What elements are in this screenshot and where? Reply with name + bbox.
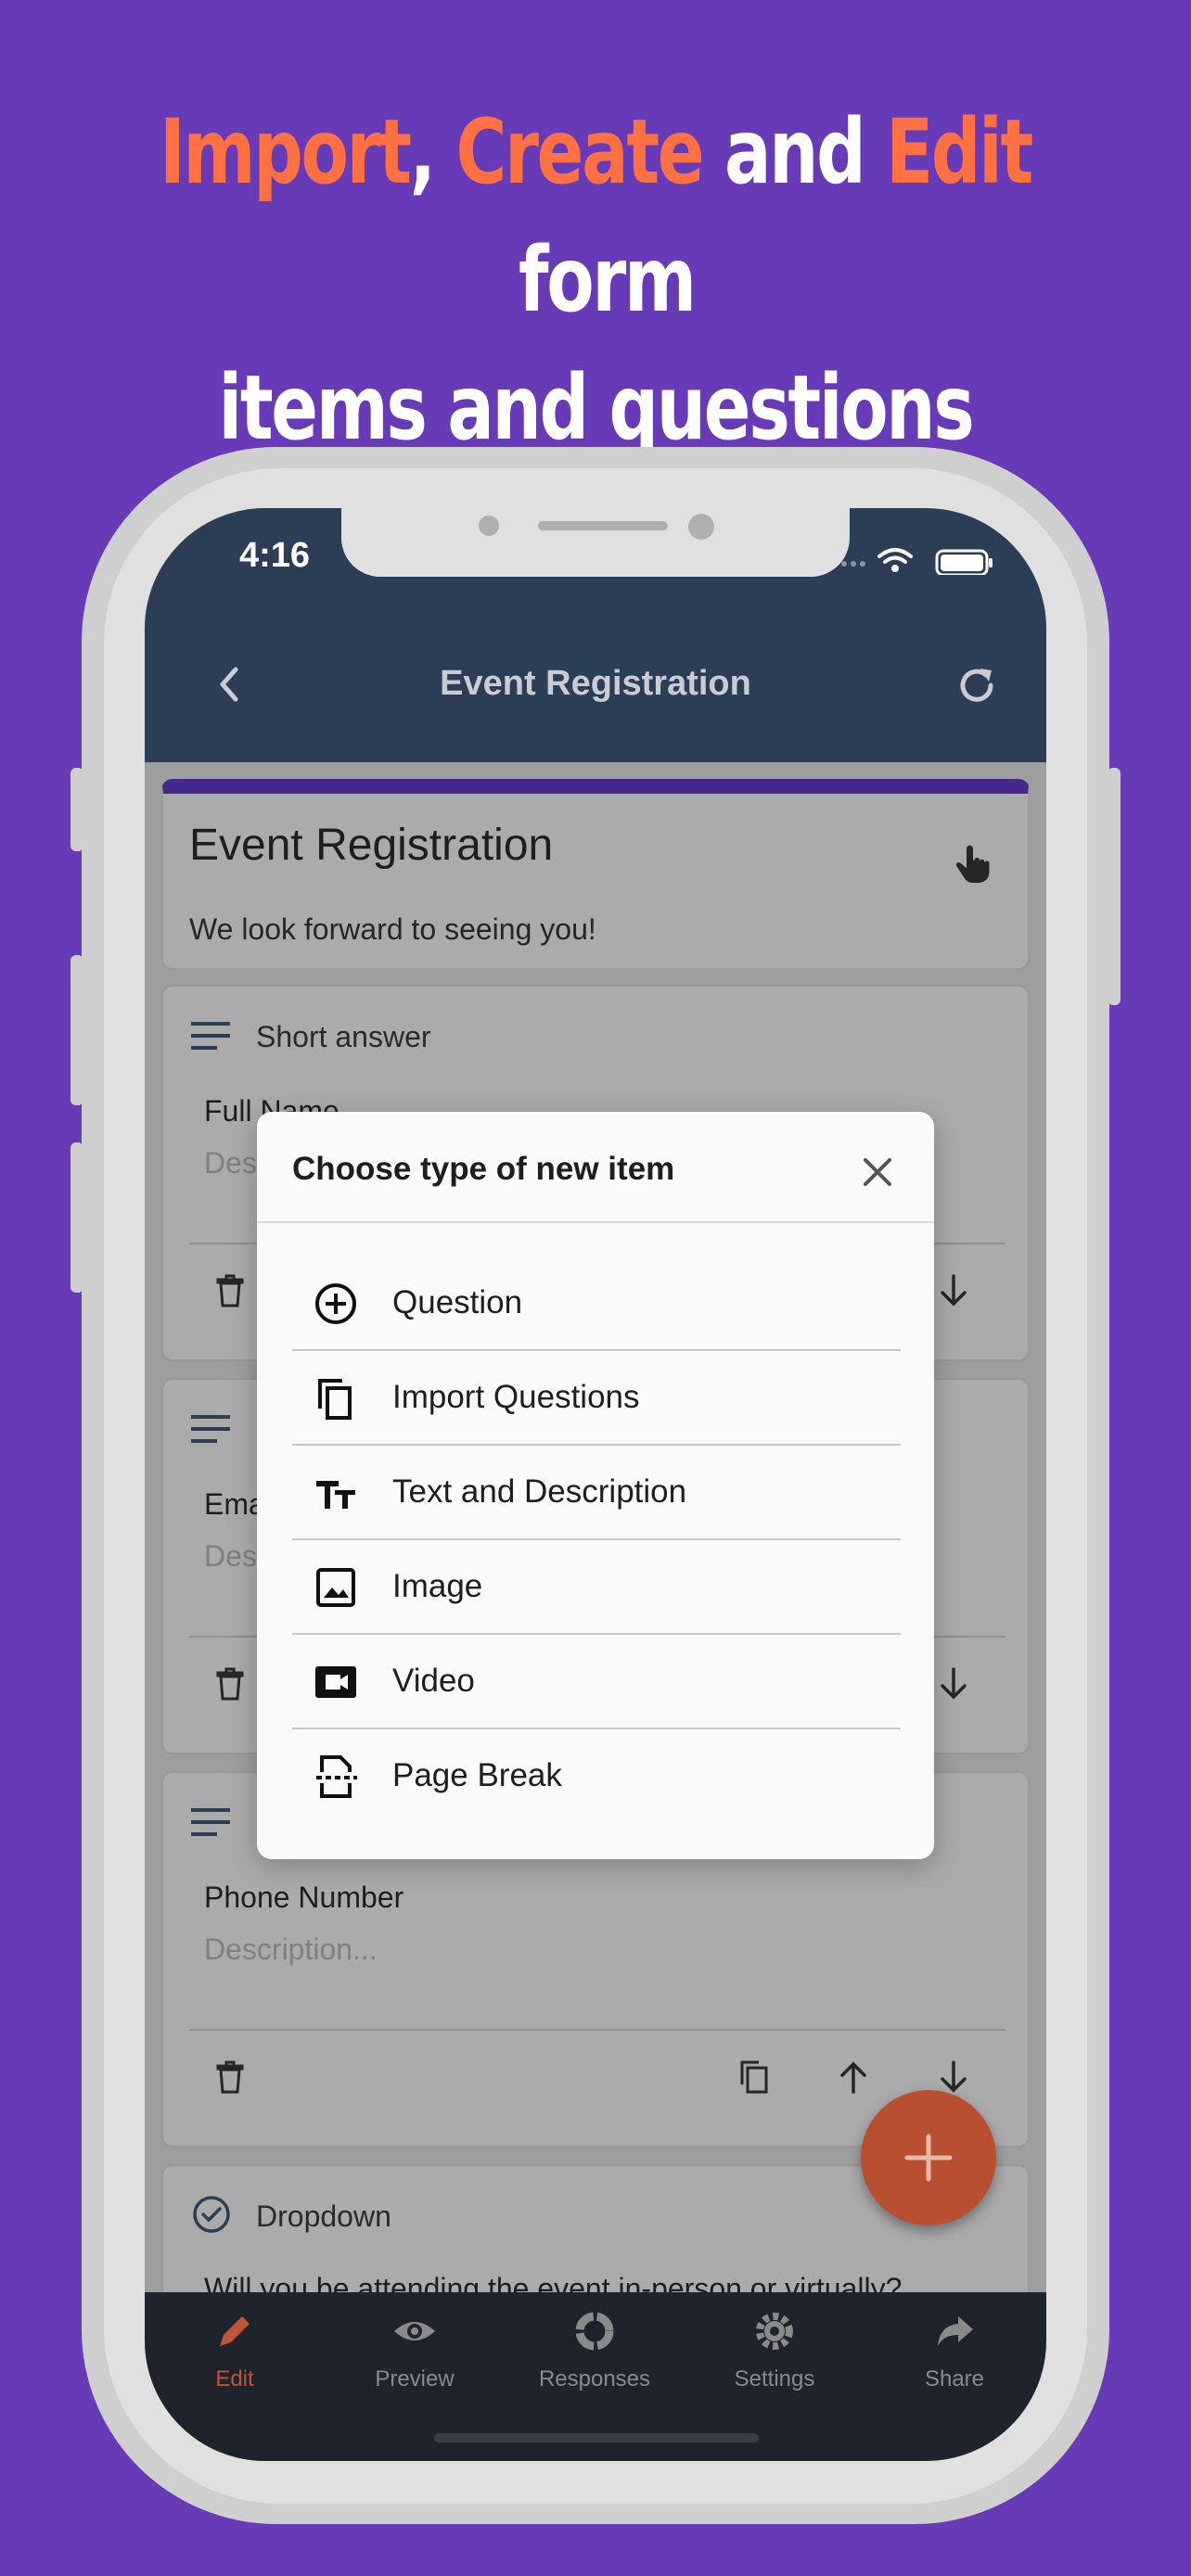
option-label: Question xyxy=(392,1284,523,1320)
nav-preview[interactable]: Preview xyxy=(325,2307,505,2409)
question-description[interactable]: Description... xyxy=(204,1932,378,1967)
wifi-icon xyxy=(877,548,913,564)
dialog-divider xyxy=(257,1221,934,1223)
status-time: 4:16 xyxy=(239,536,311,575)
hand-pointer-icon xyxy=(955,845,990,883)
trash-icon[interactable] xyxy=(210,2057,250,2098)
short-answer-icon xyxy=(191,1022,230,1050)
home-indicator xyxy=(434,2433,759,2442)
nav-edit[interactable]: Edit xyxy=(145,2307,325,2409)
form-title: Event Registration xyxy=(189,821,554,870)
question-title[interactable]: Ema xyxy=(204,1487,265,1522)
add-circle-icon xyxy=(315,1283,356,1324)
bottom-navigation: Edit Preview Responses Settings Share xyxy=(145,2292,1046,2461)
headline: Import, Create and Edit form items and q… xyxy=(131,88,1060,472)
battery-icon xyxy=(935,549,992,575)
pencil-icon xyxy=(220,2316,250,2346)
copy-icon xyxy=(318,1379,352,1420)
option-page-break[interactable]: Page Break xyxy=(292,1729,901,1824)
video-icon xyxy=(315,1666,356,1698)
option-label: Page Break xyxy=(392,1757,562,1793)
duplicate-icon[interactable] xyxy=(735,2057,775,2098)
front-camera xyxy=(688,514,714,540)
option-question[interactable]: Question xyxy=(292,1256,901,1351)
status-icons xyxy=(832,548,992,575)
text-size-icon xyxy=(316,1481,355,1509)
refresh-button[interactable] xyxy=(952,660,1002,710)
dialog-title: Choose type of new item xyxy=(292,1151,675,1187)
form-header-card[interactable]: Event Registration We look forward to se… xyxy=(161,779,1030,970)
option-label: Import Questions xyxy=(392,1379,640,1415)
question-type-label: Dropdown xyxy=(256,2200,391,2233)
nav-label: Responses xyxy=(538,2366,651,2391)
question-title[interactable]: Phone Number xyxy=(204,1881,403,1915)
short-answer-icon xyxy=(191,1808,230,1836)
check-circle-icon xyxy=(193,2196,230,2233)
headline-separator: and xyxy=(702,100,887,204)
question-type-label: Short answer xyxy=(256,1020,431,1053)
nav-responses[interactable]: Responses xyxy=(505,2307,685,2409)
notch-speaker xyxy=(538,521,668,530)
arrow-down-icon[interactable] xyxy=(933,1664,974,1704)
option-text-and-description[interactable]: Text and Description xyxy=(292,1446,901,1540)
plus-icon xyxy=(904,2134,953,2182)
share-arrow-icon xyxy=(938,2316,973,2346)
headline-line-1: Import, Create and Edit form xyxy=(131,88,1060,344)
option-label: Video xyxy=(392,1663,475,1699)
nav-share[interactable]: Share xyxy=(864,2307,1044,2409)
eye-icon xyxy=(394,2322,435,2340)
trash-icon[interactable] xyxy=(210,1664,250,1704)
gear-icon xyxy=(756,2313,793,2350)
nav-label: Settings xyxy=(734,2366,815,2391)
notch-sensor xyxy=(479,516,499,536)
trash-icon[interactable] xyxy=(210,1270,250,1311)
new-item-dialog: Choose type of new item Question Import … xyxy=(257,1112,934,1859)
short-answer-icon xyxy=(191,1415,230,1443)
headline-separator: , xyxy=(409,100,456,204)
add-item-fab[interactable] xyxy=(861,2090,996,2225)
question-description[interactable]: Des xyxy=(204,1539,257,1574)
nav-label: Share xyxy=(924,2366,985,2391)
page-break-icon xyxy=(316,1755,357,1798)
card-divider xyxy=(189,2029,1005,2031)
headline-word-create: Create xyxy=(455,100,704,204)
notch xyxy=(341,508,850,577)
donut-chart-icon xyxy=(575,2312,614,2351)
phone-screen: 4:16 Event Registration Event Registrati… xyxy=(145,508,1046,2461)
form-description: We look forward to seeing you! xyxy=(189,912,596,946)
headline-word-import: Import xyxy=(160,100,412,204)
image-icon xyxy=(316,1568,355,1607)
page-title: Event Registration xyxy=(440,664,751,703)
arrow-down-icon[interactable] xyxy=(933,1270,974,1311)
headline-rest: form xyxy=(496,228,697,332)
option-label: Image xyxy=(392,1568,483,1604)
phone-power-button xyxy=(1108,768,1121,1005)
option-video[interactable]: Video xyxy=(292,1635,901,1729)
option-image[interactable]: Image xyxy=(292,1540,901,1635)
nav-settings[interactable]: Settings xyxy=(685,2307,864,2409)
headline-word-edit: Edit xyxy=(886,100,1033,204)
nav-label: Preview xyxy=(375,2366,455,2391)
nav-label: Edit xyxy=(215,2366,254,2391)
close-icon[interactable] xyxy=(858,1153,897,1192)
question-description[interactable]: Des xyxy=(204,1146,257,1180)
option-import-questions[interactable]: Import Questions xyxy=(292,1351,901,1446)
option-label: Text and Description xyxy=(392,1473,687,1510)
